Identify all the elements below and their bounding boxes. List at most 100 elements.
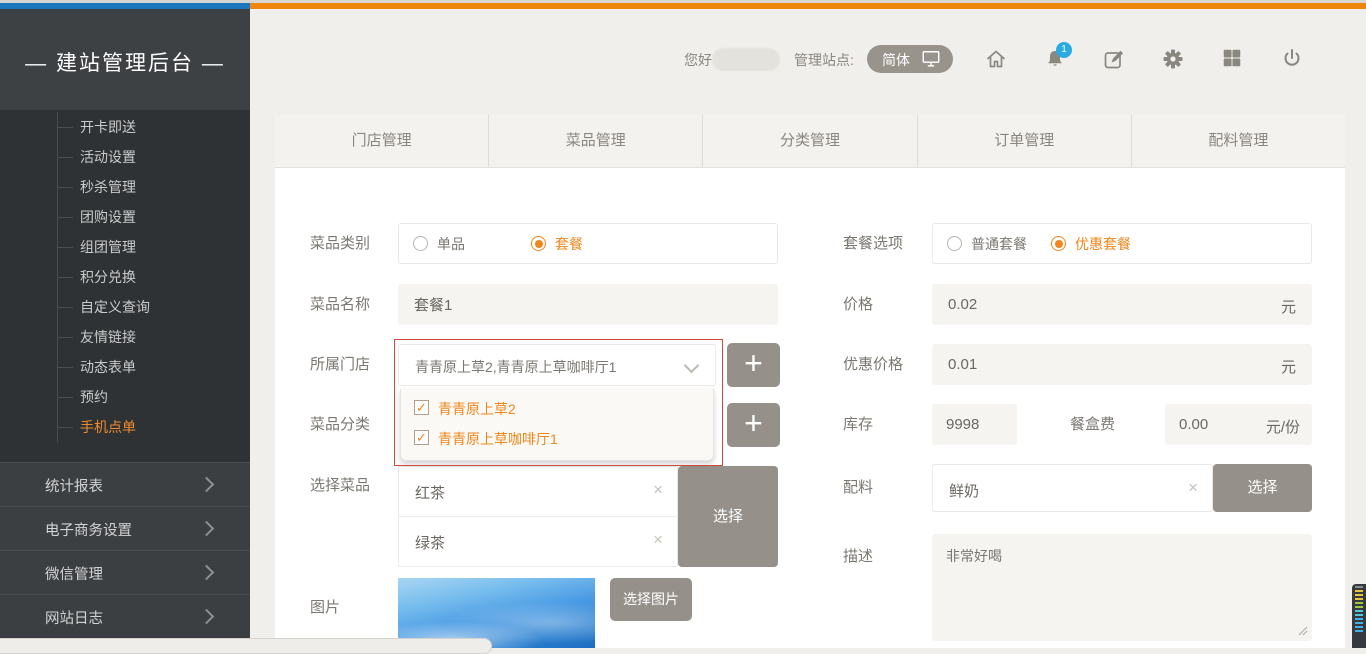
sidebar-item-friend-links[interactable]: 友情链接 bbox=[80, 326, 240, 348]
section-label: 微信管理 bbox=[45, 563, 103, 584]
tree-dash bbox=[58, 367, 73, 368]
sidebar-item-points-exchange[interactable]: 积分兑换 bbox=[80, 266, 240, 288]
field-label-classify: 菜品分类 bbox=[310, 415, 370, 435]
sidebar-item-card-gift[interactable]: 开卡即送 bbox=[80, 116, 240, 138]
apps-grid-icon[interactable] bbox=[1221, 47, 1245, 71]
section-label: 统计报表 bbox=[45, 475, 103, 496]
tab-store-management[interactable]: 门店管理 bbox=[275, 115, 488, 167]
select-dishes-button[interactable]: 选择 bbox=[678, 466, 778, 567]
select-ingredient-button[interactable]: 选择 bbox=[1213, 464, 1312, 512]
radio-normal-combo[interactable] bbox=[947, 236, 962, 251]
field-label-combo-option: 套餐选项 bbox=[843, 234, 903, 254]
field-label-store: 所属门店 bbox=[310, 355, 370, 375]
dish-name: 绿茶 bbox=[415, 532, 445, 553]
sidebar-item-group-management[interactable]: 组团管理 bbox=[80, 236, 240, 258]
box-fee-field[interactable]: 0.00 元/份 bbox=[1165, 404, 1312, 445]
sidebar-section-ecommerce[interactable]: 电子商务设置 bbox=[0, 506, 250, 551]
store-option-label: 青青原上草2 bbox=[438, 399, 516, 419]
chevron-down-icon bbox=[684, 358, 700, 374]
sidebar-item-seckill[interactable]: 秒杀管理 bbox=[80, 176, 240, 198]
sidebar-section-site-log[interactable]: 网站日志 bbox=[0, 594, 250, 639]
price-value: 0.02 bbox=[948, 296, 977, 313]
store-option-2[interactable]: ✓ 青青原上草咖啡厅1 bbox=[414, 429, 704, 449]
tree-dash bbox=[58, 187, 73, 188]
audio-meter-widget bbox=[1352, 584, 1366, 648]
description-textarea[interactable]: 非常好喝 bbox=[932, 534, 1312, 641]
module-tabbar: 门店管理 菜品管理 分类管理 订单管理 配料管理 bbox=[275, 115, 1345, 168]
radio-label-discount-combo[interactable]: 优惠套餐 bbox=[1075, 235, 1131, 253]
box-fee-unit: 元/份 bbox=[1266, 416, 1300, 437]
sidebar-item-dynamic-form[interactable]: 动态表单 bbox=[80, 356, 240, 378]
tree-dash bbox=[58, 247, 73, 248]
field-label-box-fee: 餐盒费 bbox=[1070, 415, 1115, 435]
site-label: 管理站点: bbox=[794, 51, 854, 69]
field-label-discount-price: 优惠价格 bbox=[843, 355, 903, 375]
tab-order-management[interactable]: 订单管理 bbox=[917, 115, 1131, 167]
username-redacted bbox=[712, 48, 780, 71]
field-label-dishes: 选择菜品 bbox=[310, 476, 370, 496]
tab-ingredient-management[interactable]: 配料管理 bbox=[1131, 115, 1345, 167]
tree-dash bbox=[58, 397, 73, 398]
sidebar-item-groupbuy-settings[interactable]: 团购设置 bbox=[80, 206, 240, 228]
radio-label-single[interactable]: 单品 bbox=[437, 235, 465, 253]
greeting-text: 您好 bbox=[684, 51, 712, 69]
store-option-1[interactable]: ✓ 青青原上草2 bbox=[414, 399, 704, 419]
ingredient-value: 鲜奶 bbox=[949, 480, 979, 501]
tree-dash bbox=[58, 157, 73, 158]
add-classify-button[interactable]: + bbox=[727, 403, 780, 447]
horizontal-scrollbar-thumb[interactable] bbox=[0, 638, 492, 654]
chevron-right-icon bbox=[199, 565, 215, 581]
remove-ingredient-icon[interactable]: × bbox=[1188, 478, 1198, 498]
checkbox-checked-icon[interactable]: ✓ bbox=[414, 430, 429, 445]
section-label: 网站日志 bbox=[45, 607, 103, 628]
settings-gear-icon[interactable] bbox=[1161, 47, 1185, 71]
language-site-button[interactable]: 简体 bbox=[867, 45, 953, 73]
topbar-orange-segment bbox=[250, 3, 1366, 9]
dish-name-input[interactable] bbox=[398, 284, 778, 325]
radio-label-normal-combo[interactable]: 普通套餐 bbox=[971, 235, 1027, 253]
sidebar-item-activity-settings[interactable]: 活动设置 bbox=[80, 146, 240, 168]
radio-label-combo[interactable]: 套餐 bbox=[555, 235, 583, 253]
checkbox-checked-icon[interactable]: ✓ bbox=[414, 400, 429, 415]
ingredient-field: 鲜奶 × bbox=[932, 464, 1213, 512]
tree-dash bbox=[58, 217, 73, 218]
chevron-right-icon bbox=[199, 521, 215, 537]
radio-combo-selected[interactable] bbox=[531, 236, 546, 251]
field-label-description: 描述 bbox=[843, 547, 873, 567]
add-store-button[interactable]: + bbox=[727, 343, 780, 387]
category-radio-group: 单品 套餐 bbox=[398, 223, 778, 264]
remove-dish-icon[interactable]: × bbox=[653, 530, 663, 550]
sidebar-item-mobile-ordering[interactable]: 手机点单 bbox=[80, 416, 240, 438]
selected-dish-row: 绿茶 × bbox=[398, 516, 678, 567]
tree-dash bbox=[58, 427, 73, 428]
textarea-resize-handle[interactable] bbox=[1296, 624, 1308, 636]
sidebar-item-reservation[interactable]: 预约 bbox=[80, 386, 240, 408]
tab-category-management[interactable]: 分类管理 bbox=[702, 115, 916, 167]
field-label-dish-name: 菜品名称 bbox=[310, 295, 370, 315]
store-dropdown[interactable]: 青青原上草2,青青原上草咖啡厅1 bbox=[398, 344, 716, 386]
chevron-right-icon bbox=[199, 477, 215, 493]
select-image-button[interactable]: 选择图片 bbox=[610, 578, 692, 621]
language-label: 简体 bbox=[882, 50, 910, 70]
combo-option-radio-group: 普通套餐 优惠套餐 bbox=[932, 223, 1312, 264]
home-icon[interactable] bbox=[984, 47, 1008, 71]
sidebar-section-statistics[interactable]: 统计报表 bbox=[0, 462, 250, 507]
monitor-icon bbox=[920, 49, 942, 69]
tree-dash bbox=[58, 337, 73, 338]
sidebar-section-wechat[interactable]: 微信管理 bbox=[0, 550, 250, 595]
stock-field[interactable]: 9998 bbox=[932, 404, 1017, 445]
remove-dish-icon[interactable]: × bbox=[653, 480, 663, 500]
discount-price-field[interactable]: 0.01 元 bbox=[932, 344, 1312, 385]
sidebar-item-custom-query[interactable]: 自定义查询 bbox=[80, 296, 240, 318]
logout-power-icon[interactable] bbox=[1280, 47, 1304, 71]
app-logo: — 建站管理后台 — bbox=[0, 9, 250, 110]
radio-single-item[interactable] bbox=[413, 236, 428, 251]
edit-icon[interactable] bbox=[1102, 47, 1126, 71]
tree-dash bbox=[58, 127, 73, 128]
radio-discount-combo-selected[interactable] bbox=[1051, 236, 1066, 251]
store-dropdown-value: 青青原上草2,青青原上草咖啡厅1 bbox=[415, 357, 616, 377]
price-field[interactable]: 0.02 元 bbox=[932, 284, 1312, 325]
field-label-stock: 库存 bbox=[843, 415, 873, 435]
selected-dish-row: 红茶 × bbox=[398, 466, 678, 517]
tab-dish-management[interactable]: 菜品管理 bbox=[488, 115, 702, 167]
